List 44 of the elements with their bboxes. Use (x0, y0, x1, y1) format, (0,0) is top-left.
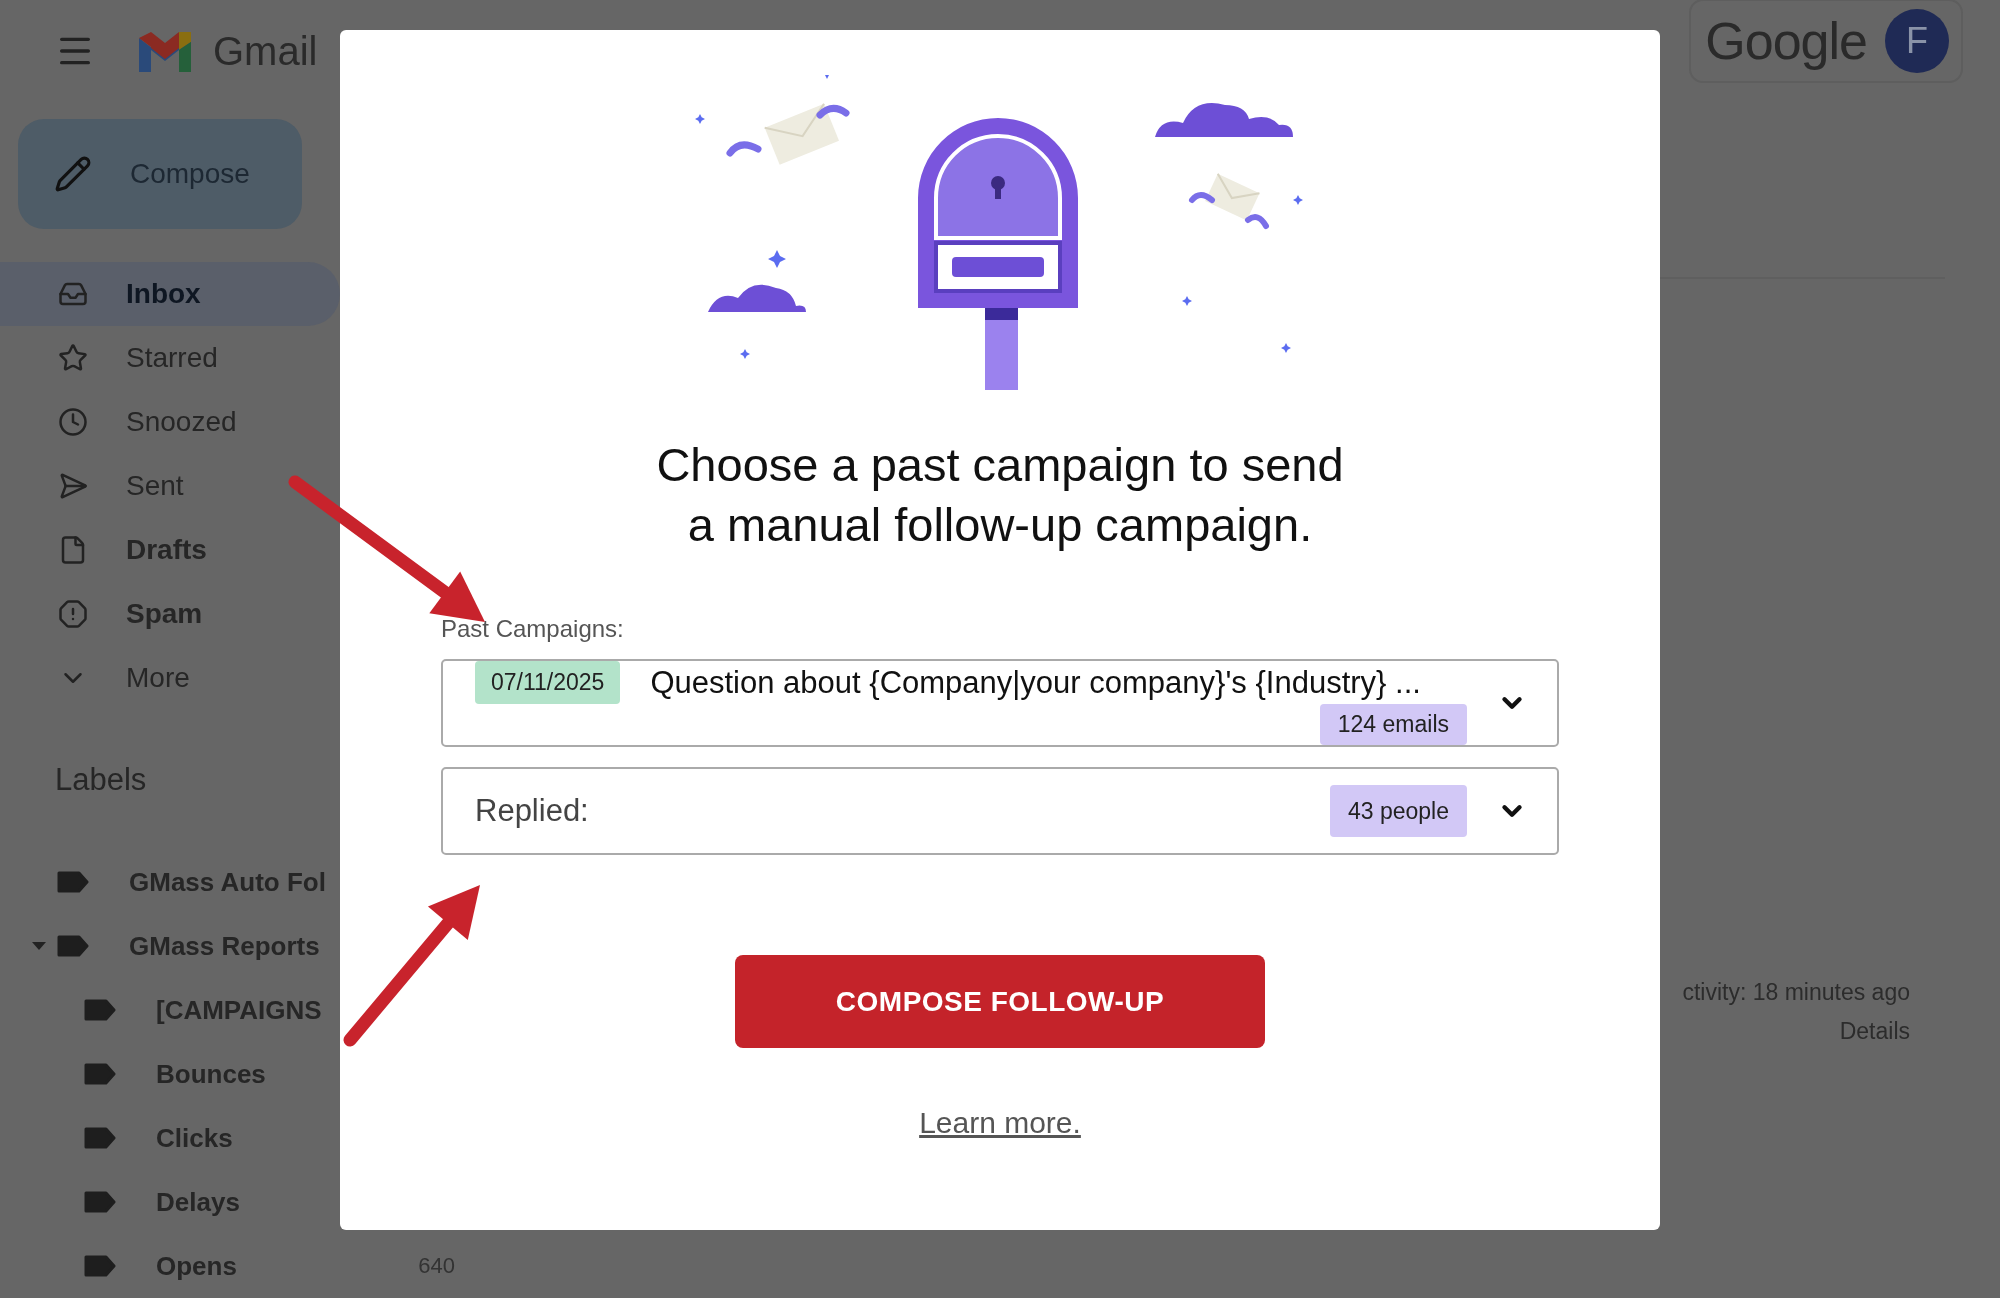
label-item[interactable]: Bounces (0, 1042, 340, 1106)
alert-icon (58, 599, 88, 629)
label-tag-icon (57, 871, 89, 893)
label-item[interactable]: GMass Reports (0, 914, 340, 978)
nav-item[interactable]: Inbox (0, 262, 340, 326)
nav-item[interactable]: Snoozed (0, 390, 340, 454)
dialog-title: Choose a past campaign to send a manual follow-up campaign. (656, 437, 1344, 553)
pencil-icon (54, 155, 92, 193)
star-icon (58, 343, 88, 373)
labels-heading: Labels (54, 761, 148, 799)
app-name: Gmail (213, 28, 318, 74)
label-tag-icon (84, 1191, 116, 1213)
nav-item[interactable]: More (0, 646, 340, 710)
account-switcher[interactable]: Google F (1689, 0, 1963, 83)
compose-follow-up-button[interactable]: COMPOSE FOLLOW-UP (735, 955, 1265, 1048)
avatar[interactable]: F (1885, 9, 1949, 73)
date-tag: 07/11/2025 (475, 661, 621, 704)
expand-caret-icon[interactable] (32, 941, 46, 951)
clock-icon (58, 407, 88, 437)
people-count-tag: 43 people (1329, 785, 1467, 837)
account-logo: Google (1705, 11, 1867, 71)
label-tag-icon (57, 935, 89, 957)
nav-item[interactable]: Starred (0, 326, 340, 390)
filter-label: Replied: (475, 793, 589, 829)
label-tag-icon (84, 1063, 116, 1085)
label-tag-icon (84, 1127, 116, 1149)
nav-item[interactable]: Spam (0, 582, 340, 646)
label-tag-icon (84, 999, 116, 1021)
campaign-subject: Question about {Company|your company}'s {Industry} ... (650, 664, 1421, 701)
label-item[interactable]: GMass Auto Fol (0, 850, 340, 914)
learn-more-link[interactable]: Learn more. (919, 1106, 1081, 1140)
label-item[interactable]: Clicks (0, 1106, 340, 1170)
email-count-tag: 124 emails (1319, 704, 1467, 745)
details-link[interactable]: Details (1839, 1018, 1910, 1045)
field-label: Past Campaigns: (441, 615, 625, 643)
nav-item[interactable]: Sent (0, 454, 340, 518)
nav-item[interactable]: Drafts (0, 518, 340, 582)
activity-text: ctivity: 18 minutes ago (1682, 979, 1910, 1006)
send-icon (58, 471, 88, 501)
recipient-filter-select[interactable]: Replied: 43 people (441, 767, 1559, 855)
label-tag-icon (84, 1255, 116, 1277)
label-item[interactable]: [CAMPAIGNS (0, 978, 340, 1042)
label-item[interactable]: Delays (0, 1170, 340, 1234)
campaign-select[interactable]: 07/11/2025 Question about {Company|your company}'s {Industry} ... 124 emails (441, 659, 1559, 747)
